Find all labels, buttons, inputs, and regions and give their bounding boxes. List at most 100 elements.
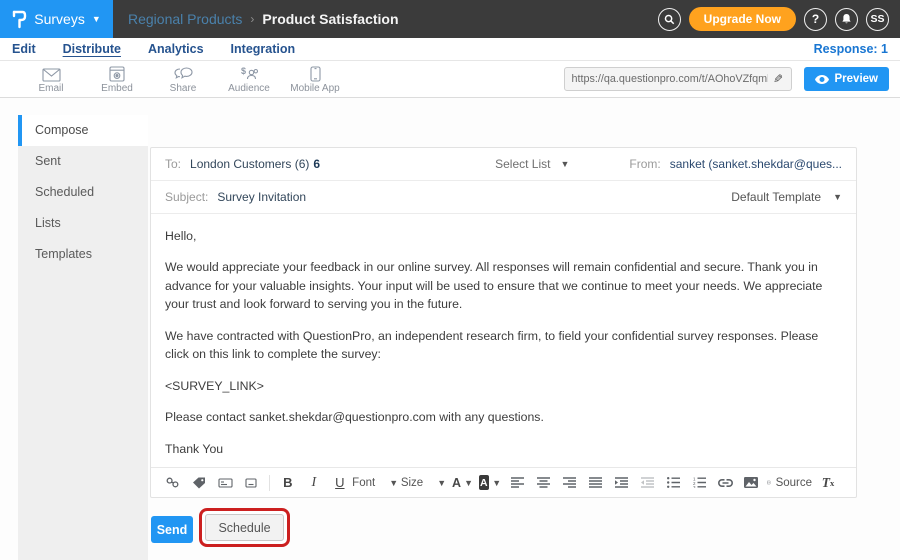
app-label: Surveys [34,11,85,27]
audience-icon: $ [240,65,259,82]
text-color-button[interactable]: A ▼ [453,472,473,494]
share-icon [174,65,193,82]
sidebar-item-templates[interactable]: Templates [18,239,148,270]
sidebar-item-lists[interactable]: Lists [18,208,148,239]
survey-url-input[interactable] [572,73,769,85]
surveys-product-switcher[interactable]: Surveys ▼ [0,0,113,38]
tab-distribute[interactable]: Distribute [63,42,121,56]
mobile-app-icon [310,65,321,82]
source-doc-icon [767,476,770,489]
numbered-list-icon[interactable]: 123 [689,472,709,494]
embed-data-card-icon[interactable] [215,472,235,494]
bg-color-letter: A [479,475,490,490]
upgrade-now-button[interactable]: Upgrade Now [689,7,796,31]
channel-audience[interactable]: $ Audience [216,65,282,94]
decrease-indent-icon[interactable] [637,472,657,494]
header-actions: Upgrade Now ? SS [658,7,900,31]
top-header: Surveys ▼ Regional Products › Product Sa… [0,0,900,38]
chevron-down-icon: ▼ [92,15,101,24]
select-list-dropdown[interactable]: Select List ▼ [495,157,569,171]
to-row: To: London Customers (6) 6 Select List ▼… [151,148,856,181]
channel-label: Email [38,83,63,94]
bold-button[interactable]: B [278,472,298,494]
response-count[interactable]: Response: 1 [814,42,888,56]
chevron-down-icon: ▼ [833,192,842,202]
insert-image-icon[interactable] [741,472,761,494]
insert-link-icon[interactable] [715,472,735,494]
chevron-down-icon: ▼ [464,478,473,488]
help-button[interactable]: ? [804,8,827,31]
svg-text:3: 3 [693,485,696,488]
sidebar-item-scheduled[interactable]: Scheduled [18,177,148,208]
survey-link-area: ✎ Preview [564,67,900,91]
channel-mobile-app[interactable]: Mobile App [282,65,348,94]
template-dropdown[interactable]: Default Template ▼ [731,190,842,204]
align-right-icon[interactable] [559,472,579,494]
underline-button[interactable]: U [330,472,350,494]
justify-icon[interactable] [585,472,605,494]
eye-icon [815,75,829,84]
notifications-bell-icon[interactable] [835,8,858,31]
align-center-icon[interactable] [533,472,553,494]
edit-url-pencil-icon[interactable]: ✎ [773,72,783,86]
source-label: Source [776,477,812,489]
insert-button-icon[interactable] [241,472,261,494]
channel-label: Embed [101,83,133,94]
font-family-dropdown[interactable]: Font ▼ [356,472,395,494]
channel-share[interactable]: Share [150,65,216,94]
preview-label: Preview [835,73,878,85]
tab-edit[interactable]: Edit [12,42,36,56]
background-color-button[interactable]: A ▼ [479,472,502,494]
to-recipient-list[interactable]: London Customers (6) [190,157,309,171]
editor-toolbar: B I U Font ▼ Size ▼ A ▼ A ▼ [151,467,856,497]
survey-url-field[interactable]: ✎ [564,67,792,91]
tab-analytics[interactable]: Analytics [148,42,204,56]
distribute-channel-toolbar: Email Embed Share $ Audience [0,61,900,98]
send-button[interactable]: Send [151,516,193,543]
merge-tag-icon[interactable] [189,472,209,494]
italic-button[interactable]: I [304,472,324,494]
svg-text:$: $ [241,66,246,76]
schedule-button[interactable]: Schedule [205,514,284,541]
align-left-icon[interactable] [507,472,527,494]
email-body-paragraph: Please contact sanket.shekdar@questionpr… [165,408,842,426]
source-button[interactable]: Source [767,472,812,494]
breadcrumb: Regional Products › Product Satisfaction [128,11,399,27]
avatar[interactable]: SS [866,8,889,31]
channel-label: Mobile App [290,83,339,94]
text-color-letter: A [452,476,461,490]
schedule-highlight-annotation: Schedule [199,508,290,547]
breadcrumb-survey-title: Product Satisfaction [262,11,398,27]
email-compose-card: To: London Customers (6) 6 Select List ▼… [150,147,857,498]
chevron-down-icon: ▼ [389,478,398,488]
email-body-paragraph: <SURVEY_LINK> [165,377,842,395]
font-label: Font [352,477,375,489]
email-icon [42,65,61,82]
survey-tabs: Edit Distribute Analytics Integration Re… [0,38,900,61]
search-icon[interactable] [658,8,681,31]
preview-button[interactable]: Preview [804,67,889,91]
tab-integration[interactable]: Integration [231,42,296,56]
from-sender[interactable]: sanket (sanket.shekdar@ques... [670,157,842,171]
channel-label: Share [170,83,197,94]
email-body-paragraph: We would appreciate your feedback in our… [165,258,842,313]
bulleted-list-icon[interactable] [663,472,683,494]
sidebar-item-compose[interactable]: Compose [18,115,148,146]
subject-input[interactable]: Survey Invitation [217,190,306,204]
breadcrumb-folder-link[interactable]: Regional Products [128,11,242,27]
email-body-paragraph: Hello, [165,227,842,245]
survey-link-icon[interactable] [163,472,183,494]
remove-format-icon[interactable]: Tx [818,472,838,494]
channel-embed[interactable]: Embed [84,65,150,94]
to-recipient-count: 6 [313,157,320,171]
subject-row: Subject: Survey Invitation Default Templ… [151,181,856,214]
font-size-dropdown[interactable]: Size ▼ [404,472,442,494]
email-body-editor[interactable]: Hello, We would appreciate your feedback… [151,214,856,467]
questionpro-logo-icon [12,10,27,29]
channel-email[interactable]: Email [18,65,84,94]
select-list-label: Select List [495,157,550,171]
sidebar-item-sent[interactable]: Sent [18,146,148,177]
channel-label: Audience [228,83,270,94]
email-body-paragraph: We have contracted with QuestionPro, an … [165,327,842,364]
increase-indent-icon[interactable] [611,472,631,494]
